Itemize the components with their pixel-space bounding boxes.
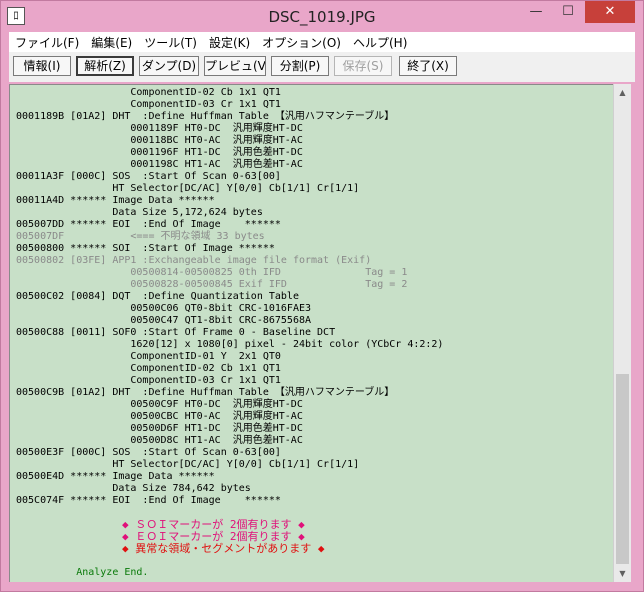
log-line: ComponentID-01 Y 2x1 QT0 <box>16 351 281 362</box>
log-line: 0001189B [01A2] DHT :Define Huffman Tabl… <box>16 111 395 122</box>
app-window: ﾛ DSC_1019.JPG — ☐ ✕ ファイル(F) 編集(E) ツール(T… <box>0 0 644 592</box>
split-button[interactable]: 分割(P) <box>271 56 329 76</box>
log-line: 00500E3F [000C] SOS :Start Of Scan 0-63[… <box>16 447 281 458</box>
log-line: 00500D8C HT1-AC 汎用色差HT-AC <box>16 435 303 446</box>
close-button[interactable]: ✕ <box>585 1 635 23</box>
preview-button[interactable]: プレビュ(V) <box>204 56 266 76</box>
log-line: 00500C02 [0084] DQT :Define Quantization… <box>16 291 299 302</box>
menu-settings[interactable]: 設定(K) <box>203 34 256 51</box>
log-line: 00500D6F HT1-DC 汎用色差HT-DC <box>16 423 303 434</box>
log-line: 00011A4D ****** Image Data ****** <box>16 195 215 206</box>
log-line: Analyze End. <box>16 567 149 578</box>
log-line: ComponentID-02 Cb 1x1 QT1 <box>16 363 281 374</box>
menu-help[interactable]: ヘルプ(H) <box>347 34 413 51</box>
menu-bar: ファイル(F) 編集(E) ツール(T) 設定(K) オプション(O) ヘルプ(… <box>9 32 635 52</box>
log-line: 005C074F ****** EOI :End Of Image ****** <box>16 495 281 506</box>
log-line: 00500E4D ****** Image Data ****** <box>16 471 215 482</box>
minimize-button[interactable]: — <box>521 1 551 23</box>
log-line: 00500C06 QT0-8bit CRC-1016FAE3 <box>16 303 312 314</box>
log-line: 00500814-00500825 0th IFD Tag = 1 <box>16 267 408 278</box>
menu-options[interactable]: オプション(O) <box>256 34 347 51</box>
log-line: ComponentID-03 Cr 1x1 QT1 <box>16 375 281 386</box>
log-line: 00011A3F [000C] SOS :Start Of Scan 0-63[… <box>16 171 281 182</box>
dump-button[interactable]: ダンプ(D) <box>139 56 199 76</box>
menu-tools[interactable]: ツール(T) <box>138 34 203 51</box>
analyze-button[interactable]: 解析(Z) <box>76 56 134 76</box>
maximize-button[interactable]: ☐ <box>553 1 583 23</box>
log-line: 0001189F HT0-DC 汎用輝度HT-DC <box>16 123 303 134</box>
log-line: 005007DF <=== 不明な領域 33 bytes <box>16 231 265 242</box>
log-line: Data Size 5,172,624 bytes <box>16 207 263 218</box>
menu-file[interactable]: ファイル(F) <box>9 34 85 51</box>
log-line: 00500802 [03FE] APP1 :Exchangeable image… <box>16 255 372 266</box>
analysis-log[interactable]: ComponentID-02 Cb 1x1 QT1 ComponentID-03… <box>9 84 613 582</box>
log-line: HT Selector[DC/AC] Y[0/0] Cb[1/1] Cr[1/1… <box>16 459 360 470</box>
log-line: ◆ 異常な領域・セグメントがあります ◆ <box>16 542 325 555</box>
log-line: 0001196F HT1-DC 汎用色差HT-DC <box>16 147 303 158</box>
log-line: 00500C9B [01A2] DHT :Define Huffman Tabl… <box>16 387 395 398</box>
toolbar: 情報(I) 解析(Z) ダンプ(D) プレビュ(V) 分割(P) 保存(S) 終… <box>9 52 635 82</box>
log-line: 1620[12] x 1080[0] pixel - 24bit color (… <box>16 339 444 350</box>
log-line: 00500C47 QT1-8bit CRC-8675568A <box>16 315 312 326</box>
log-line: 00500828-00500845 Exif IFD Tag = 2 <box>16 279 408 290</box>
log-line: 0001198C HT1-AC 汎用色差HT-AC <box>16 159 303 170</box>
exit-button[interactable]: 終了(X) <box>399 56 457 76</box>
info-button[interactable]: 情報(I) <box>13 56 71 76</box>
save-button[interactable]: 保存(S) <box>334 56 392 76</box>
menu-edit[interactable]: 編集(E) <box>85 34 138 51</box>
log-line: 005007DD ****** EOI :End Of Image ****** <box>16 219 281 230</box>
log-line: Data Size 784,642 bytes <box>16 483 251 494</box>
log-line: HT Selector[DC/AC] Y[0/0] Cb[1/1] Cr[1/1… <box>16 183 360 194</box>
title-bar[interactable]: ﾛ DSC_1019.JPG — ☐ ✕ <box>1 1 643 31</box>
log-line: ComponentID-02 Cb 1x1 QT1 <box>16 87 281 98</box>
log-line: 00500C9F HT0-DC 汎用輝度HT-DC <box>16 399 303 410</box>
scroll-down-icon[interactable]: ▼ <box>614 565 631 582</box>
vertical-scrollbar[interactable]: ▲ ▼ <box>613 84 631 582</box>
scroll-thumb[interactable] <box>616 374 629 564</box>
log-line: 000118BC HT0-AC 汎用輝度HT-AC <box>16 135 303 146</box>
scroll-up-icon[interactable]: ▲ <box>614 84 631 101</box>
log-line: 00500CBC HT0-AC 汎用輝度HT-AC <box>16 411 303 422</box>
log-line: 00500C88 [0011] SOF0 :Start Of Frame 0 -… <box>16 327 336 338</box>
log-line: 00500800 ****** SOI :Start Of Image ****… <box>16 243 275 254</box>
log-line: ComponentID-03 Cr 1x1 QT1 <box>16 99 281 110</box>
